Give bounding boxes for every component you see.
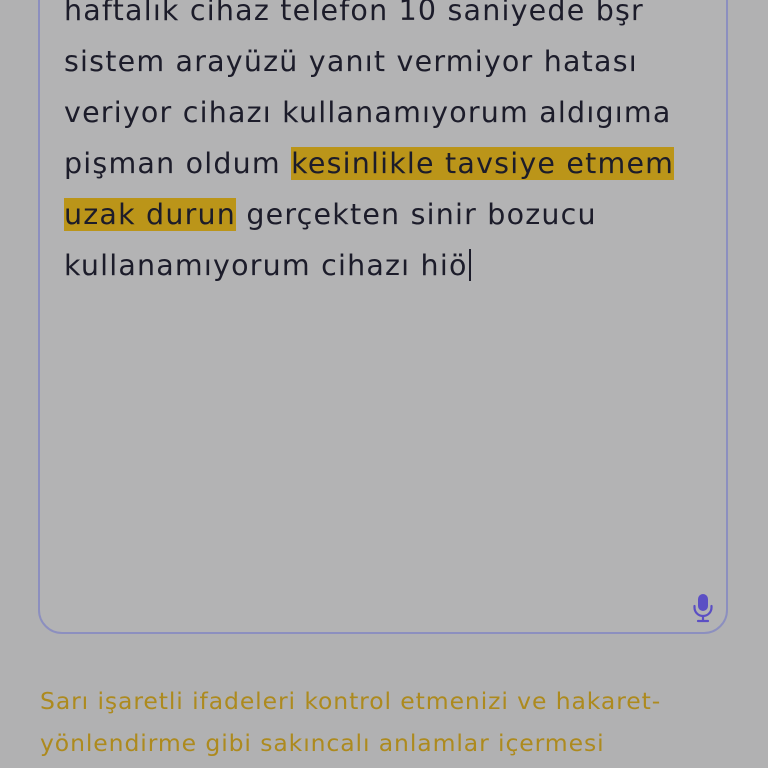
review-line: haftalık cihaz telefon 10 saniyede bşr	[64, 0, 704, 36]
review-line-text: haftalık cihaz telefon 10 saniyede bşr	[64, 0, 644, 27]
review-line-text: kullanamıyorum cihazı hiö	[64, 249, 468, 282]
review-line: veriyor cihazı kullanamıyorum aldıgıma	[64, 87, 704, 138]
microphone-icon	[693, 594, 713, 623]
review-line-text: veriyor cihazı kullanamıyorum aldıgıma	[64, 96, 672, 129]
review-text-content[interactable]: haftalık cihaz telefon 10 saniyede bşr s…	[64, 0, 704, 291]
moderation-warning: Sarı işaretli ifadeleri kontrol etmenizi…	[40, 680, 740, 764]
text-cursor	[468, 249, 471, 281]
review-line: sistem arayüzü yanıt vermiyor hatası	[64, 36, 704, 87]
review-line-text: pişman oldum	[64, 147, 292, 180]
review-line: uzak durun gerçekten sinir bozucu	[64, 189, 704, 240]
warning-text-line: Sarı işaretli ifadeleri kontrol etmenizi…	[40, 687, 662, 715]
review-line: pişman oldum kesinlikle tavsiye etmem	[64, 138, 704, 189]
flagged-phrase-highlight[interactable]: uzak durun	[64, 198, 237, 231]
review-line: kullanamıyorum cihazı hiö	[64, 240, 704, 291]
review-line-text: gerçekten sinir bozucu	[236, 198, 597, 231]
flagged-phrase-highlight[interactable]: kesinlikle tavsiye etmem	[291, 147, 675, 180]
warning-text-line: yönlendirme gibi sakıncalı anlamlar içer…	[40, 729, 605, 757]
microphone-button[interactable]	[686, 588, 720, 628]
review-line-text: sistem arayüzü yanıt vermiyor hatası	[64, 45, 638, 78]
